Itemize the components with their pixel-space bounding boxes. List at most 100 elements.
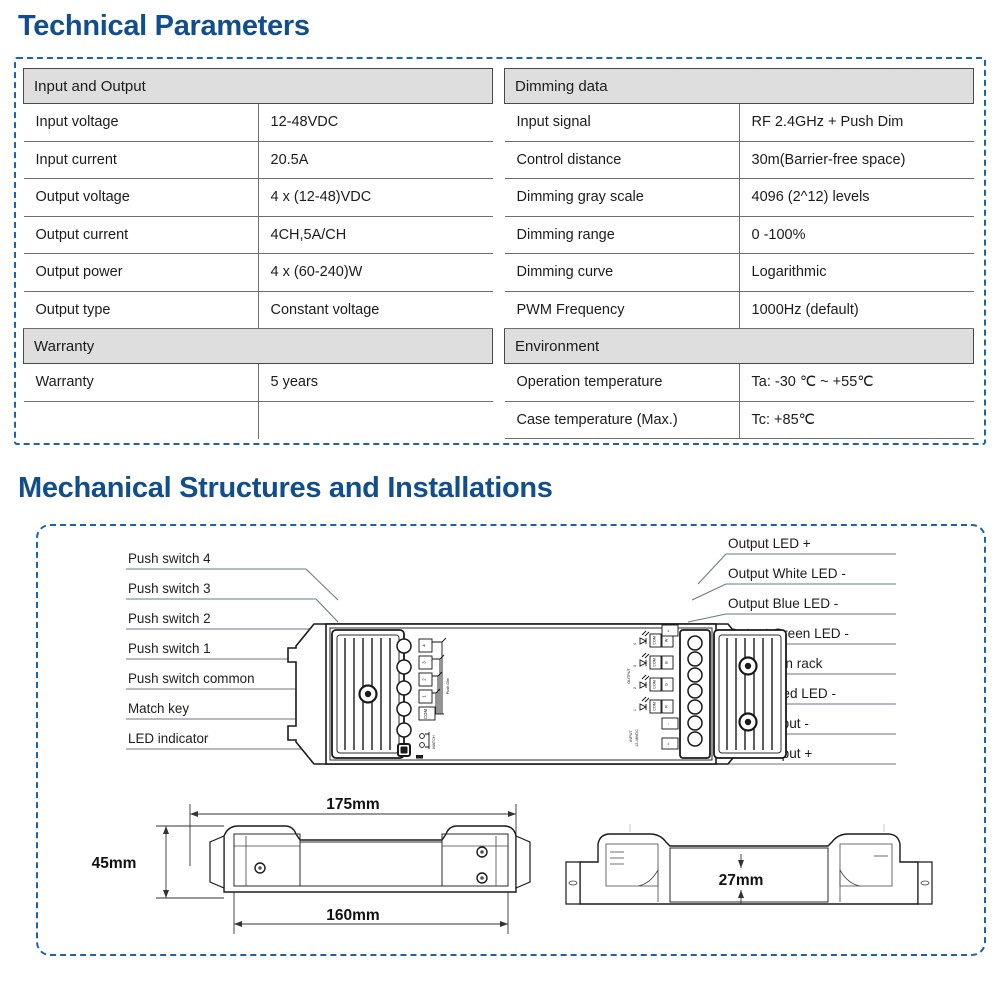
ch-num-2: 2 bbox=[633, 687, 637, 689]
ch-num-1: 1 bbox=[633, 709, 637, 711]
table-group-header: Dimming data bbox=[504, 68, 974, 104]
ch4-com: COM bbox=[653, 636, 657, 645]
callout-label-match-key: Match key bbox=[128, 701, 189, 716]
ch4-color: W bbox=[665, 638, 669, 642]
table-row: Output power 4 x (60-240)W bbox=[23, 253, 493, 292]
table-group-header: Warranty bbox=[23, 328, 493, 364]
table-row: Case temperature (Max.) Tc: +85℃ bbox=[504, 401, 974, 439]
ch-num-4: 4 bbox=[633, 643, 637, 645]
spec-key: Dimming range bbox=[504, 216, 740, 254]
callout-label-push-switch-common: Push switch common bbox=[128, 671, 255, 686]
table-group-header: Input and Output bbox=[23, 68, 493, 104]
spec-value bbox=[258, 401, 493, 439]
dimension-length-outer: 175mm bbox=[326, 796, 379, 813]
spec-value: 1000Hz (default) bbox=[739, 291, 974, 329]
spec-value: Tc: +85℃ bbox=[739, 401, 974, 439]
output-label: OUTPUT bbox=[627, 668, 631, 684]
spec-value: 20.5A bbox=[258, 141, 493, 179]
table-row: Input voltage 12-48VDC bbox=[23, 103, 493, 142]
spec-value: Constant voltage bbox=[258, 291, 493, 329]
spec-key: Dimming curve bbox=[504, 253, 740, 292]
spec-value: 30m(Barrier-free space) bbox=[739, 141, 974, 179]
ch3-com: COM bbox=[653, 658, 657, 667]
callout-label-led-indicator: LED indicator bbox=[128, 731, 209, 746]
spec-key: Output current bbox=[23, 216, 259, 254]
spec-table-left: Input and Output Input voltage 12-48VDC … bbox=[23, 68, 493, 439]
spec-table-right: Dimming data Input signal RF 2.4GHz + Pu… bbox=[504, 68, 974, 439]
table-group-header: Environment bbox=[504, 328, 974, 364]
table-row: Dimming curve Logarithmic bbox=[504, 253, 974, 292]
spec-key: Output power bbox=[23, 253, 259, 292]
ch1-color: R bbox=[665, 705, 669, 708]
spec-key: Dimming gray scale bbox=[504, 178, 740, 217]
spec-key bbox=[23, 401, 259, 439]
device-top-view: 4 3 2 1 COM Push Dim MATCH OUTPUT 4 3 2 … bbox=[287, 623, 787, 765]
led-indicator bbox=[416, 755, 423, 759]
spec-key: Output type bbox=[23, 291, 259, 329]
table-row: Input signal RF 2.4GHz + Push Dim bbox=[504, 103, 974, 142]
ch2-color: G bbox=[665, 683, 669, 686]
table-row: Operation temperature Ta: -30 ℃ ~ +55℃ bbox=[504, 363, 974, 402]
spec-key: Control distance bbox=[504, 141, 740, 179]
callout-label-push-switch-1: Push switch 1 bbox=[128, 641, 211, 656]
mechanical-diagram-panel: Push switch 4 Push switch 3 Push switch … bbox=[36, 524, 986, 956]
page-title-technical-parameters: Technical Parameters bbox=[18, 10, 310, 42]
callout-label-push-switch-4: Push switch 4 bbox=[128, 551, 211, 566]
callout-label-output-blue-led: Output Blue LED - bbox=[728, 596, 838, 611]
group-label: Input and Output bbox=[23, 68, 493, 104]
dimension-height: 45mm bbox=[92, 855, 137, 872]
spec-value: 4 x (60-240)W bbox=[258, 253, 493, 292]
spec-value: RF 2.4GHz + Push Dim bbox=[739, 103, 974, 142]
technical-parameters-panel: Input and Output Input voltage 12-48VDC … bbox=[14, 57, 986, 445]
table-row: Output voltage 4 x (12-48)VDC bbox=[23, 178, 493, 217]
match-label: MATCH bbox=[432, 735, 436, 748]
spec-value: 4CH,5A/CH bbox=[258, 216, 493, 254]
table-row: Output current 4CH,5A/CH bbox=[23, 216, 493, 254]
spec-key: Output voltage bbox=[23, 178, 259, 217]
spec-value: 0 -100% bbox=[739, 216, 974, 254]
ch3-color: B bbox=[665, 661, 669, 664]
mechanical-diagram: Push switch 4 Push switch 3 Push switch … bbox=[92, 536, 933, 934]
callout-label-output-led-plus: Output LED + bbox=[728, 536, 811, 551]
datasheet-page: Technical Parameters Input and Output In… bbox=[0, 0, 1000, 1000]
spec-key: Input signal bbox=[504, 103, 740, 142]
ch1-com: COM bbox=[653, 702, 657, 711]
spec-key: Warranty bbox=[23, 363, 259, 402]
spec-key: Case temperature (Max.) bbox=[504, 401, 740, 439]
table-row: Warranty 5 years bbox=[23, 363, 493, 402]
input-label: INPUT bbox=[629, 730, 633, 742]
table-row: Dimming gray scale 4096 (2^12) levels bbox=[504, 178, 974, 217]
spec-key: Input current bbox=[23, 141, 259, 179]
power-pad-plus-top: + bbox=[666, 629, 671, 632]
spec-value: 12-48VDC bbox=[258, 103, 493, 142]
input-voltage-label: 12-48VDC bbox=[635, 729, 639, 747]
table-row: Input current 20.5A bbox=[23, 141, 493, 179]
spec-value: 4096 (2^12) levels bbox=[739, 178, 974, 217]
callout-label-push-switch-3: Push switch 3 bbox=[128, 581, 211, 596]
terminal-com: COM bbox=[423, 709, 428, 720]
group-label: Environment bbox=[504, 328, 974, 364]
dimension-drawing-top-view: 175mm 45mm 160mm bbox=[92, 796, 531, 934]
spec-value: Logarithmic bbox=[739, 253, 974, 292]
callout-label-output-white-led: Output White LED - bbox=[728, 566, 846, 581]
push-dim-label: Push Dim bbox=[446, 678, 450, 694]
ch-num-3: 3 bbox=[633, 665, 637, 667]
table-row-empty bbox=[23, 401, 493, 439]
table-row: Output type Constant voltage bbox=[23, 291, 493, 329]
spec-value: 5 years bbox=[258, 363, 493, 402]
group-label: Dimming data bbox=[504, 68, 974, 104]
table-row: PWM Frequency 1000Hz (default) bbox=[504, 291, 974, 329]
spec-value: 4 x (12-48)VDC bbox=[258, 178, 493, 217]
callout-label-push-switch-2: Push switch 2 bbox=[128, 611, 211, 626]
ch2-com: COM bbox=[653, 680, 657, 689]
group-label: Warranty bbox=[23, 328, 493, 364]
dimension-depth: 27mm bbox=[719, 872, 764, 889]
spec-key: PWM Frequency bbox=[504, 291, 740, 329]
spec-key: Operation temperature bbox=[504, 363, 740, 402]
dimension-drawing-front-view: 27mm bbox=[565, 824, 933, 905]
power-pad-plus-bottom: + bbox=[666, 742, 671, 745]
spec-key: Input voltage bbox=[23, 103, 259, 142]
spec-value: Ta: -30 ℃ ~ +55℃ bbox=[739, 363, 974, 402]
page-title-mechanical-structures: Mechanical Structures and Installations bbox=[18, 472, 553, 504]
table-row: Dimming range 0 -100% bbox=[504, 216, 974, 254]
